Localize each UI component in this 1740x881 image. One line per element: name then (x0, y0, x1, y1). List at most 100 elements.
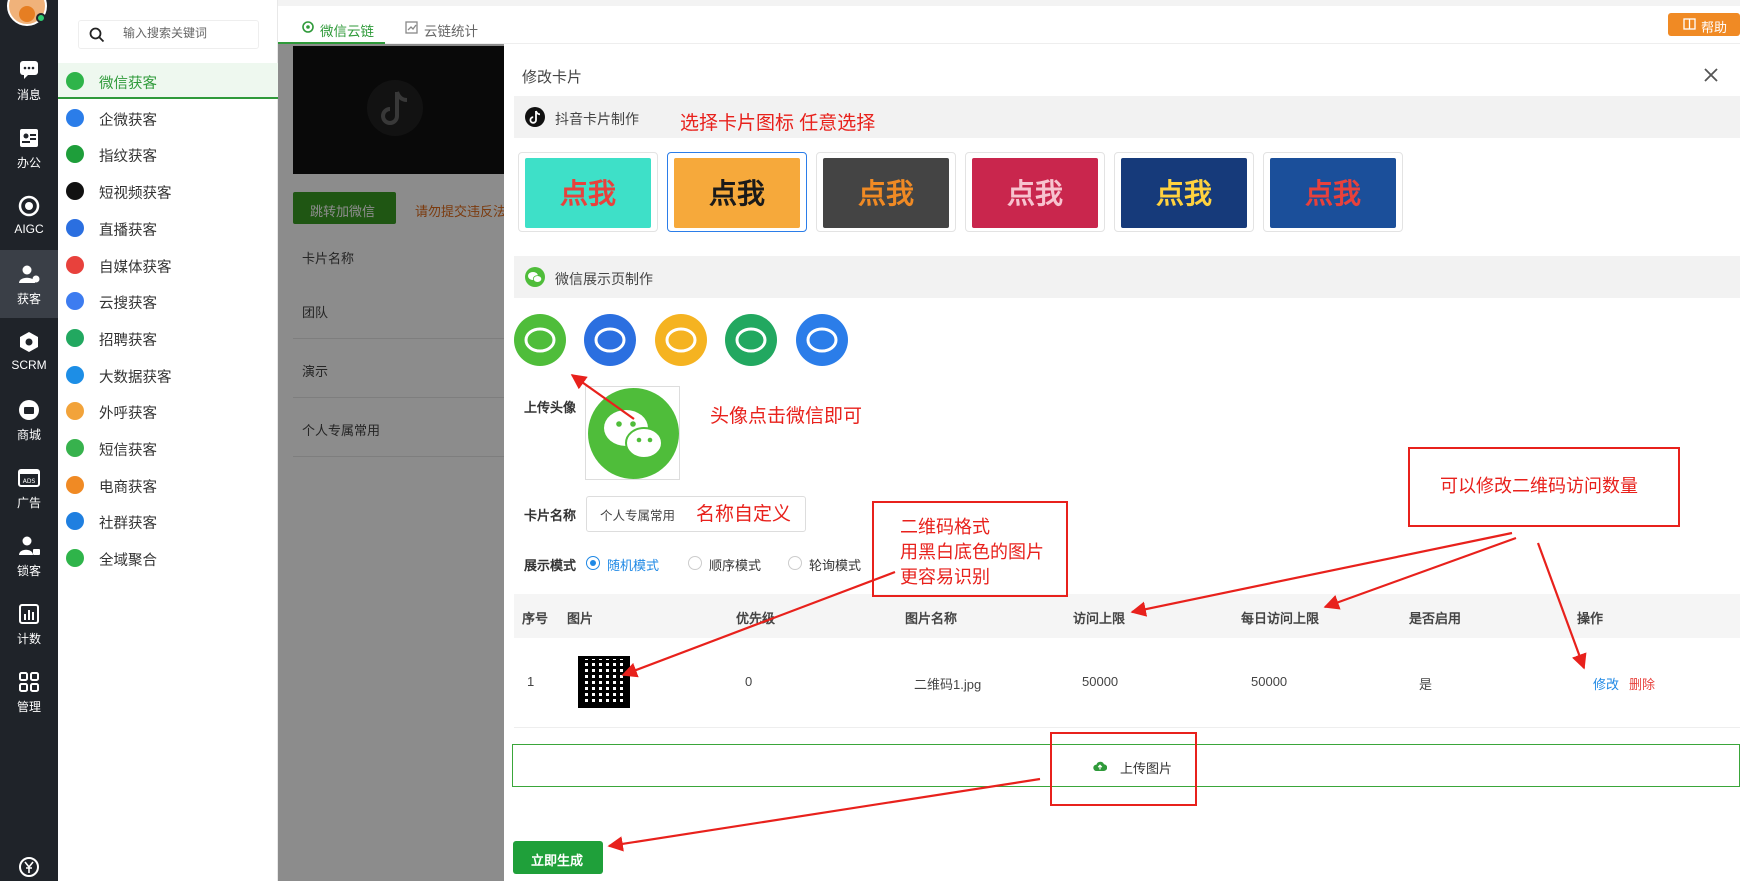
menu-item-icon (66, 72, 84, 90)
edit-card-dialog: 修改卡片 抖音卡片制作 选择卡片图标 任意选择 点我 点我 点我 点我 点我 点我 微信展… (504, 44, 1740, 881)
nav-ads[interactable]: ADS 广告 (0, 454, 58, 522)
nav-message[interactable]: 消息 (0, 46, 58, 114)
section-title: 抖音卡片制作 (555, 111, 639, 127)
menu-item-label: 微信获客 (99, 76, 157, 92)
nav-scrm[interactable]: SCRM (0, 318, 58, 386)
menu-item[interactable]: 企微获客 (58, 100, 278, 136)
card-style-option[interactable]: 点我 (667, 152, 807, 232)
annotation-qr-line: 二维码格式 (900, 517, 990, 537)
nav-label: SCRM (11, 358, 47, 372)
chat-bubble-icon[interactable] (584, 314, 636, 366)
nav-customer[interactable]: 获客 (0, 250, 58, 318)
annotation-avatar: 头像点击微信即可 (710, 406, 863, 427)
nav-label: 商城 (16, 428, 41, 442)
nav-stats[interactable]: 计数 (0, 590, 58, 658)
office-icon (20, 129, 38, 147)
modal-backdrop[interactable] (284, 44, 504, 881)
delete-link[interactable]: 删除 (1629, 674, 1655, 693)
nav-label: AIGC (14, 222, 44, 236)
menu-item[interactable]: 全域聚合 (58, 540, 278, 576)
menu-item-label: 电商获客 (99, 479, 157, 496)
menu-item[interactable]: 指纹获客 (58, 136, 278, 172)
customer-icon (19, 265, 40, 283)
wechat-icon[interactable] (514, 314, 566, 366)
th-image-name: 图片名称 (905, 611, 958, 626)
lock-customer-icon (19, 536, 40, 555)
cell-enabled: 是 (1419, 677, 1433, 692)
radio-dot (788, 556, 802, 570)
menu-item[interactable]: 云搜获客 (58, 283, 278, 319)
help-button[interactable]: 帮助 (1668, 13, 1740, 36)
menu-item-icon (66, 549, 84, 568)
radio-dot (586, 556, 600, 570)
online-status-dot (36, 13, 46, 23)
menu-item[interactable]: 自媒体获客 (58, 247, 278, 283)
card-style-option[interactable]: 点我 (965, 152, 1105, 232)
menu-item[interactable]: 大数据获客 (58, 357, 278, 393)
generate-label: 立即生成 (531, 853, 584, 868)
menu-item-icon (66, 145, 84, 164)
annotation-box-visits: 可以修改二维码访问数量 (1408, 447, 1680, 527)
nav-aigc[interactable]: AIGC (0, 182, 58, 250)
search-input[interactable] (123, 26, 253, 40)
yuan-icon[interactable] (17, 855, 41, 879)
nav-label: 管理 (16, 700, 41, 714)
th-visit-limit: 访问上限 (1073, 611, 1126, 626)
menu-item-icon (66, 365, 84, 384)
nav-office[interactable]: 办公 (0, 114, 58, 182)
radio-label: 随机模式 (607, 558, 660, 573)
tiktok-icon (525, 107, 545, 127)
annotation-select-icon: 选择卡片图标 任意选择 (680, 113, 876, 134)
tab-wechat-cloud-link[interactable]: 微信云链 (278, 12, 385, 44)
card-style-option[interactable]: 点我 (1114, 152, 1254, 232)
close-icon[interactable] (1702, 66, 1720, 84)
th-enabled: 是否启用 (1409, 611, 1462, 626)
menu-item[interactable]: 微信获客 (58, 63, 278, 99)
qr-table-header: 序号 图片 优先级 图片名称 访问上限 每日访问上限 是否启用 操作 (514, 594, 1740, 638)
avatar-upload[interactable] (585, 386, 680, 480)
annotation-box-qr: 二维码格式 用黑白底色的图片 更容易识别 (872, 501, 1068, 597)
menu-item-label: 云搜获客 (99, 296, 157, 313)
miniapp-icon[interactable] (655, 314, 707, 366)
icon-sidebar: 消息 办公 AIGC 获客 SCRM 商城 ADS 广告 锁客 计数 管理 (0, 0, 58, 881)
tab-label: 微信云链 (320, 24, 374, 39)
generate-now-button[interactable]: 立即生成 (513, 841, 603, 874)
card-name-label: 卡片名称 (524, 508, 577, 523)
menu-item-label: 社群获客 (99, 516, 157, 533)
menu-item[interactable]: 电商获客 (58, 467, 278, 503)
nav-manage[interactable]: 管理 (0, 658, 58, 726)
annotation-qr-line: 更容易识别 (900, 567, 990, 587)
annotation-name: 名称自定义 (696, 504, 792, 525)
menu-item-label: 全域聚合 (99, 553, 157, 570)
menu-item[interactable]: 社群获客 (58, 503, 278, 539)
menu-item-icon (66, 402, 84, 421)
help-label: 帮助 (1701, 20, 1728, 35)
menu-item-label: 自媒体获客 (99, 259, 172, 276)
nav-label: 获客 (16, 292, 41, 306)
section-title: 微信展示页制作 (555, 271, 653, 287)
menu-item-icon (66, 512, 84, 531)
wechat-section-header: 微信展示页制作 (514, 256, 1740, 298)
card-style-option[interactable]: 点我 (816, 152, 956, 232)
menu-item[interactable]: 直播获客 (58, 210, 278, 246)
menu-item-icon (66, 439, 84, 457)
menu-item[interactable]: 短视频获客 (58, 173, 278, 209)
menu-item[interactable]: 短信获客 (58, 430, 278, 466)
edit-link[interactable]: 修改 (1593, 674, 1619, 693)
search-icon (89, 27, 105, 43)
menu-item[interactable]: 招聘获客 (58, 320, 278, 356)
menu-item-icon (66, 292, 84, 311)
store-icon (19, 400, 39, 420)
group-icon[interactable] (796, 314, 848, 366)
nav-store[interactable]: 商城 (0, 386, 58, 454)
qr-code-thumbnail[interactable] (578, 656, 630, 708)
card-style-text: 点我 (559, 177, 616, 210)
menu-search[interactable] (78, 20, 259, 49)
moments-icon[interactable] (725, 314, 777, 366)
tab-cloud-link-stats[interactable]: 云链统计 (385, 12, 485, 44)
card-style-option[interactable]: 点我 (1263, 152, 1403, 232)
nav-lock-customer[interactable]: 锁客 (0, 522, 58, 590)
card-style-option[interactable]: 点我 (518, 152, 658, 232)
menu-item[interactable]: 外呼获客 (58, 393, 278, 429)
menu-item-label: 短视频获客 (99, 186, 172, 203)
